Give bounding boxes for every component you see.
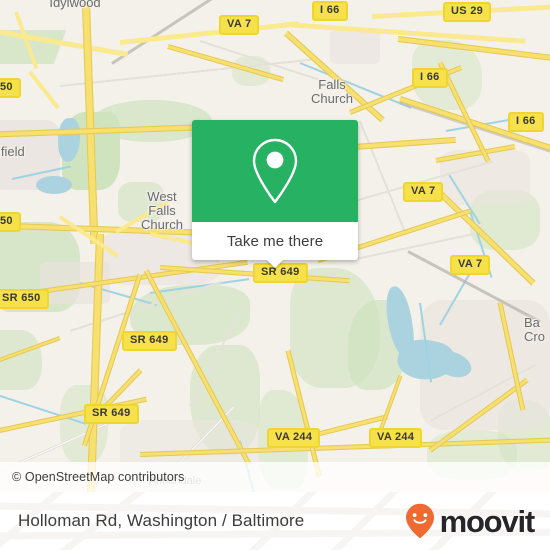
take-me-there-label: Take me there	[226, 232, 324, 250]
road-shield-i66: I 66	[412, 68, 448, 88]
location-popup-card[interactable]: Take me there	[192, 120, 358, 268]
place-label-idylwood: Idylwood	[49, 0, 101, 10]
road-shield-va7: VA 7	[219, 15, 260, 35]
moovit-wordmark: moovit	[439, 503, 536, 539]
park-area	[0, 330, 42, 390]
map-canvas[interactable]: Idylwood Falls Church West Falls Church …	[0, 0, 550, 492]
lake	[36, 176, 72, 194]
place-label-springfield: ifield	[0, 144, 25, 159]
map-attribution[interactable]: © OpenStreetMap contributors	[0, 462, 550, 492]
road-shield-sr649: SR 649	[122, 331, 177, 351]
road-shield-i66: I 66	[312, 1, 348, 21]
map-screenshot: Idylwood Falls Church West Falls Church …	[0, 0, 550, 550]
road-shield-us50: 50	[0, 78, 21, 98]
place-label-west-falls-church: West Falls Church	[141, 189, 183, 232]
popup-card-tail	[266, 259, 284, 268]
road-shield-us50: 50	[0, 212, 21, 232]
footer-bar: Holloman Rd, Washington / Baltimore moov…	[0, 492, 550, 550]
place-label-baileys-crossroads: Ba Cro	[524, 315, 545, 344]
road-shield-sr650: SR 650	[0, 289, 49, 309]
popup-card-footer[interactable]: Take me there	[192, 222, 358, 268]
popup-card-image	[192, 120, 358, 222]
place-label-falls-church: Falls Church	[311, 77, 353, 106]
moovit-brand[interactable]: moovit	[405, 492, 536, 550]
road-shield-va7: VA 7	[450, 255, 491, 275]
road-shield-va7: VA 7	[403, 182, 444, 202]
road-shield-us29: US 29	[443, 2, 492, 22]
moovit-pin-smiley-icon	[405, 503, 434, 539]
road-shield-va244: VA 244	[267, 428, 321, 448]
road-shield-sr649: SR 649	[84, 404, 139, 424]
location-title: Holloman Rd, Washington / Baltimore	[18, 511, 305, 530]
road-shield-va244: VA 244	[369, 428, 423, 448]
industrial-area	[330, 30, 380, 64]
map-pin-icon	[252, 138, 298, 204]
road-shield-i66: I 66	[508, 112, 544, 132]
